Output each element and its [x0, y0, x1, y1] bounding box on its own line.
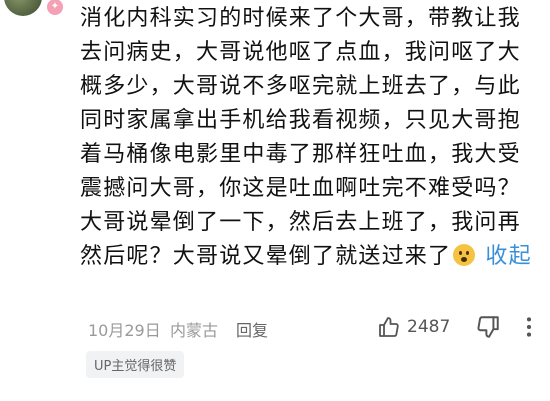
thumbs-down-icon[interactable] — [475, 314, 501, 340]
surprised-face-icon — [453, 244, 476, 266]
thumbs-up-icon — [379, 317, 399, 337]
reply-button[interactable]: 回复 — [236, 317, 268, 341]
like-button[interactable]: 2487 — [377, 312, 450, 342]
comment-body: 消化内科实习的时候来了个大哥，带教让我去问病史，大哥说他呕了点血，我问呕了大概多… — [80, 0, 538, 274]
comment-location: 内蒙古 — [170, 321, 219, 340]
avatar-area[interactable]: ✦ — [0, 0, 64, 18]
comment-text-block: 消化内科实习的时候来了个大哥，带教让我去问病史，大哥说他呕了点血，我问呕了大概多… — [80, 0, 538, 274]
more-vertical-icon[interactable] — [516, 314, 542, 340]
avatar[interactable] — [4, 0, 42, 16]
collapse-link[interactable]: 收起 — [485, 244, 531, 269]
badge-icon: ✦ — [46, 0, 64, 16]
up-liked-tag: UP主觉得很赞 — [86, 351, 185, 378]
comment-date: 10月29日 — [88, 321, 161, 340]
like-count: 2487 — [407, 317, 451, 337]
comment-text: 消化内科实习的时候来了个大哥，带教让我去问病史，大哥说他呕了点血，我问呕了大概多… — [80, 6, 521, 269]
comment-meta: 10月29日 内蒙古 回复 2487 — [80, 312, 540, 342]
